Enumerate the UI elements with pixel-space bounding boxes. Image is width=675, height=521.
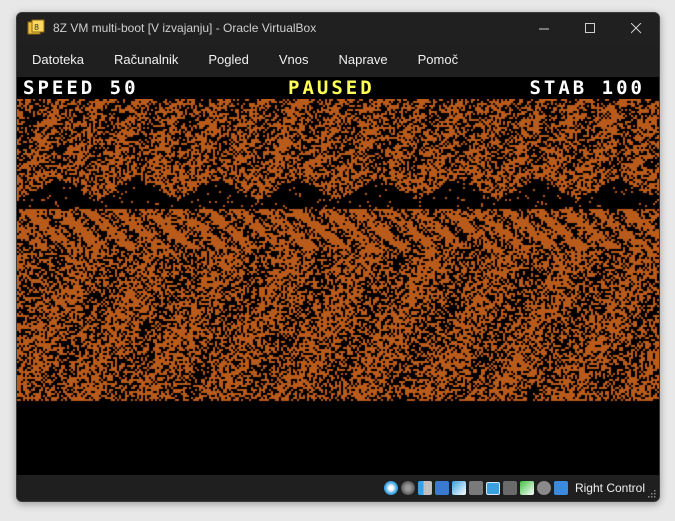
minimize-icon xyxy=(538,28,549,29)
keyboard-icon[interactable] xyxy=(553,481,568,495)
display-icon[interactable] xyxy=(485,481,500,495)
optical-drive-icon[interactable] xyxy=(383,481,398,495)
window-title: 8Z VM multi-boot [V izvajanju] - Oracle … xyxy=(53,21,317,35)
close-button[interactable] xyxy=(613,13,659,43)
menu-input[interactable]: Vnos xyxy=(264,43,324,77)
paused-indicator: PAUSED xyxy=(288,77,375,99)
vm-display[interactable]: SPEED 50 PAUSED STAB 100 xyxy=(17,77,659,475)
recording-icon[interactable] xyxy=(502,481,517,495)
usb-icon[interactable] xyxy=(451,481,466,495)
audio-icon[interactable] xyxy=(417,481,432,495)
speed-readout: SPEED 50 xyxy=(23,77,139,99)
hard-disk-icon[interactable] xyxy=(400,481,415,495)
terrain-graphics xyxy=(17,99,659,425)
mouse-integration-icon[interactable] xyxy=(536,481,551,495)
menu-help[interactable]: Pomoč xyxy=(403,43,473,77)
status-bar: Right Control xyxy=(17,475,659,501)
cpu-icon[interactable] xyxy=(519,481,534,495)
menu-bar: Datoteka Računalnik Pogled Vnos Naprave … xyxy=(17,43,659,77)
stab-readout: STAB 100 xyxy=(529,77,645,99)
maximize-icon xyxy=(584,22,595,33)
minimize-button[interactable] xyxy=(521,13,567,43)
title-bar[interactable]: 8 8Z VM multi-boot [V izvajanju] - Oracl… xyxy=(17,13,659,43)
menu-file[interactable]: Datoteka xyxy=(17,43,99,77)
menu-devices[interactable]: Naprave xyxy=(324,43,403,77)
virtualbox-app-icon: 8 xyxy=(27,19,45,35)
virtualbox-window: 8 8Z VM multi-boot [V izvajanju] - Oracl… xyxy=(16,12,660,502)
close-icon xyxy=(630,22,641,33)
menu-view[interactable]: Pogled xyxy=(193,43,263,77)
svg-text:8: 8 xyxy=(34,23,39,32)
menu-machine[interactable]: Računalnik xyxy=(99,43,193,77)
shared-folder-icon[interactable] xyxy=(468,481,483,495)
resize-grip-icon[interactable] xyxy=(648,490,656,498)
maximize-button[interactable] xyxy=(567,13,613,43)
game-hud: SPEED 50 PAUSED STAB 100 xyxy=(17,77,659,99)
host-key-label: Right Control xyxy=(574,481,645,495)
network-icon[interactable] xyxy=(434,481,449,495)
